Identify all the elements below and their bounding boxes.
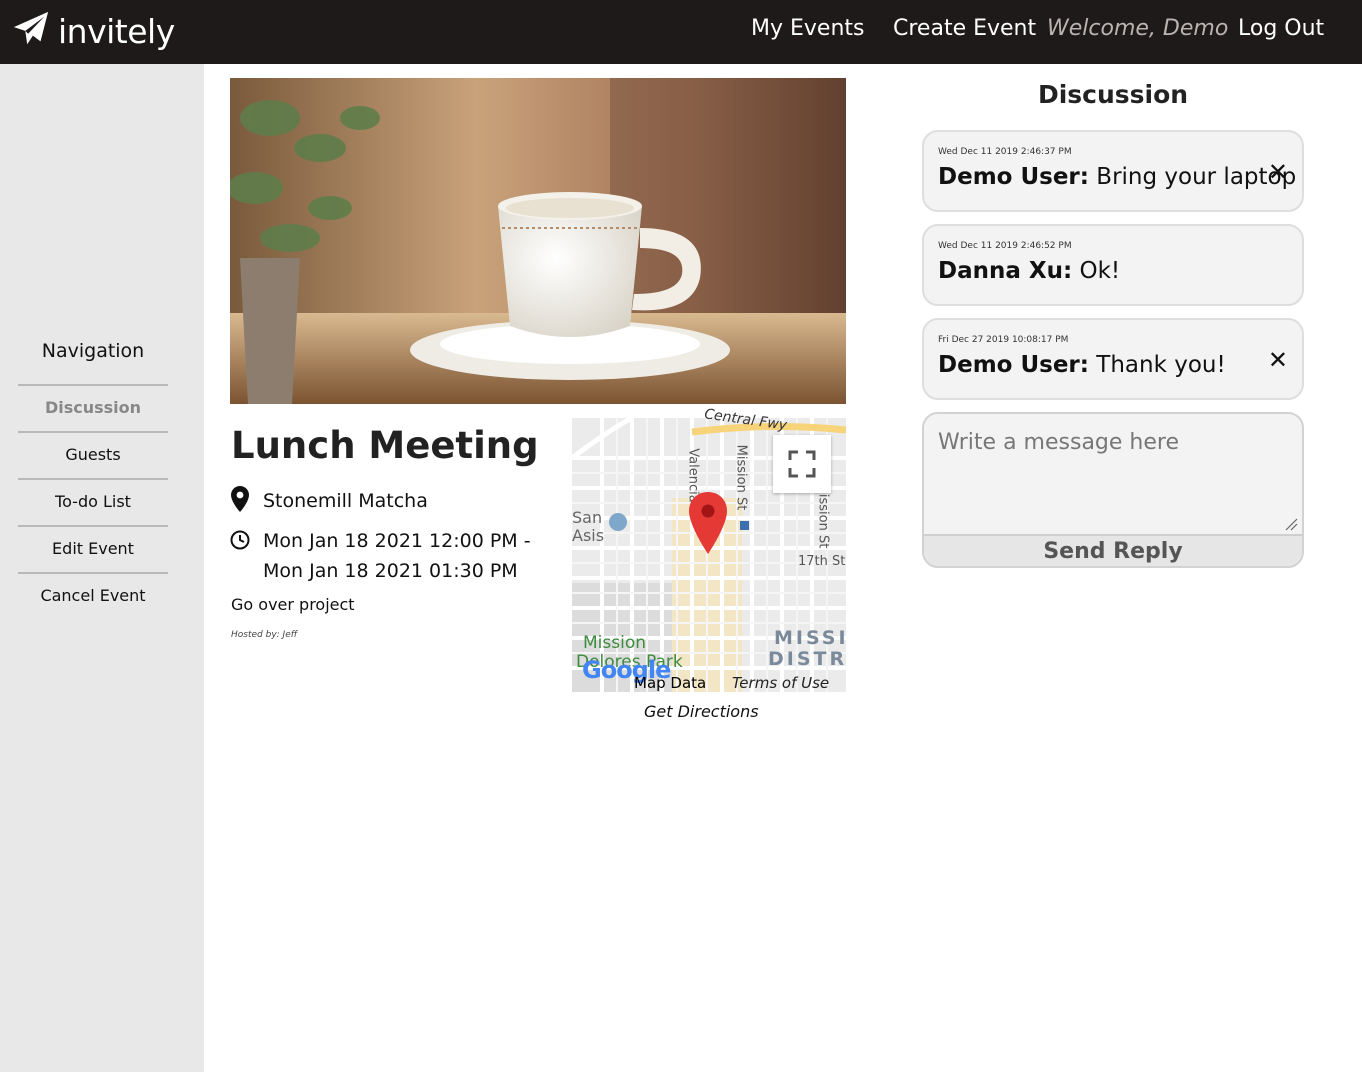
send-reply-button[interactable]: Send Reply <box>924 534 1302 566</box>
event-host: Hosted by: Jeff <box>231 630 298 640</box>
sidebar-item-discussion[interactable]: Discussion <box>18 384 168 430</box>
message-timestamp: Wed Dec 11 2019 2:46:52 PM <box>938 241 1072 251</box>
map-pin-icon <box>230 486 250 512</box>
create-event-link[interactable]: Create Event <box>893 16 1036 41</box>
logout-link[interactable]: Log Out <box>1238 16 1324 41</box>
message-body: Demo User: Thank you! <box>938 352 1226 378</box>
map-data-link[interactable]: Map Data <box>634 674 706 692</box>
event-location-row: Stonemill Matcha <box>230 486 428 516</box>
discussion-message: Wed Dec 11 2019 2:46:52 PM Danna Xu: Ok! <box>922 224 1304 306</box>
discussion-message: Fri Dec 27 2019 10:08:17 PM Demo User: T… <box>922 318 1304 400</box>
message-author: Demo User: <box>938 164 1089 190</box>
top-navbar: invitely My Events Create Event Welcome,… <box>0 0 1362 64</box>
map-marker-icon[interactable] <box>689 492 727 558</box>
map-label-asis: Asis <box>572 526 605 545</box>
map-label-mission-st: Mission St <box>733 444 749 511</box>
map-terms-link[interactable]: Terms of Use <box>732 674 829 692</box>
discussion-title: Discussion <box>1037 80 1189 109</box>
map-label-mission-district: MISSI <box>774 627 849 649</box>
event-time-row: Mon Jan 18 2021 12:00 PM - Mon Jan 18 20… <box>230 526 531 586</box>
message-timestamp: Fri Dec 27 2019 10:08:17 PM <box>938 335 1069 345</box>
event-title: Lunch Meeting <box>231 424 539 467</box>
sidebar-item-todo-list[interactable]: To-do List <box>18 478 168 524</box>
event-cover-image <box>230 78 846 404</box>
message-text: Thank you! <box>1088 352 1226 378</box>
sidebar-item-cancel-event[interactable]: Cancel Event <box>18 572 168 618</box>
message-input[interactable] <box>924 414 1302 534</box>
message-timestamp: Wed Dec 11 2019 2:46:37 PM <box>938 147 1072 157</box>
event-time-start: Mon Jan 18 2021 12:00 PM - <box>263 530 531 552</box>
message-author: Danna Xu: <box>938 258 1073 284</box>
brand-name: invitely <box>58 11 175 51</box>
map-label-17th-st: 17th St <box>798 554 846 569</box>
delete-message-icon[interactable]: ✕ <box>1268 160 1288 184</box>
map-fullscreen-button[interactable] <box>773 435 831 493</box>
message-text: Ok! <box>1072 258 1121 284</box>
get-directions-link[interactable]: Get Directions <box>644 702 759 721</box>
sidebar-item-edit-event[interactable]: Edit Event <box>18 525 168 571</box>
map-label-mission-park: Mission <box>583 633 647 653</box>
paper-plane-icon <box>12 10 50 52</box>
brand-logo[interactable]: invitely <box>12 10 175 52</box>
map-label-district: DISTR <box>768 648 848 670</box>
message-author: Demo User: <box>938 352 1089 378</box>
welcome-text: Welcome, Demo <box>1047 16 1229 41</box>
sidebar-item-guests[interactable]: Guests <box>18 431 168 477</box>
message-body: Demo User: Bring your laptop <box>938 164 1296 190</box>
clock-icon <box>230 526 250 552</box>
discussion-message: Wed Dec 11 2019 2:46:37 PM Demo User: Br… <box>922 130 1304 212</box>
reply-composer: Send Reply <box>922 412 1304 568</box>
sidebar: Navigation Discussion Guests To-do List … <box>0 64 204 1072</box>
message-body: Danna Xu: Ok! <box>938 258 1120 284</box>
event-time: Mon Jan 18 2021 12:00 PM - Mon Jan 18 20… <box>263 526 531 586</box>
event-location: Stonemill Matcha <box>263 490 428 512</box>
my-events-link[interactable]: My Events <box>751 16 864 41</box>
message-text: Bring your laptop <box>1088 164 1297 190</box>
resize-handle-icon[interactable] <box>1284 516 1298 531</box>
fullscreen-icon <box>788 450 816 482</box>
event-time-end: Mon Jan 18 2021 01:30 PM <box>263 560 518 582</box>
map-label-san: San <box>572 508 603 527</box>
event-description: Go over project <box>231 595 355 614</box>
sidebar-title: Navigation <box>41 340 145 362</box>
delete-message-icon[interactable]: ✕ <box>1268 348 1288 372</box>
